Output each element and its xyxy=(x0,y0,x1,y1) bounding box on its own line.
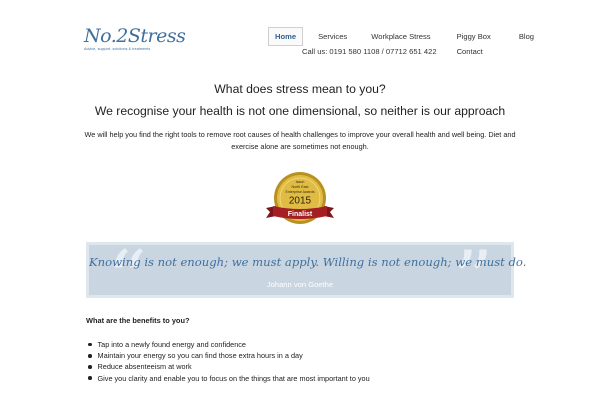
badge-line-2: North East xyxy=(292,185,309,189)
nav-piggy-box[interactable]: Piggy Box xyxy=(450,27,498,46)
bullet-icon xyxy=(88,365,92,369)
benefits-list: Tap into a newly found energy and confid… xyxy=(86,339,370,384)
secondary-nav: Call us: 0191 580 1108 / 07712 651 422 C… xyxy=(302,47,483,56)
main-nav: Home Services Workplace Stress Piggy Box… xyxy=(268,27,549,46)
nav-contact[interactable]: Contact xyxy=(457,47,483,56)
list-item-text: Tap into a newly found energy and confid… xyxy=(97,340,246,349)
logo-tagline: Advice, support, solutions & treatments xyxy=(84,47,151,51)
page-subheading: We recognise your health is not one dime… xyxy=(94,104,506,118)
benefits-title: What are the benefits to you? xyxy=(86,316,190,325)
badge-year: 2015 xyxy=(289,196,312,207)
badge-line-3: Enterprise Awards xyxy=(285,190,314,194)
nav-blog[interactable]: Blog xyxy=(512,27,541,46)
logo-text: No.2Stress xyxy=(84,25,186,47)
bullet-icon xyxy=(88,342,92,347)
list-item-text: Reduce absenteeism at work xyxy=(97,362,192,372)
page-heading: What does stress mean to you? xyxy=(214,82,386,96)
bullet-icon xyxy=(88,354,92,358)
bullet-icon xyxy=(88,376,92,380)
quote-banner: “ ” Knowing is not enough; we must apply… xyxy=(86,241,527,319)
nav-workplace-stress[interactable]: Workplace Stress xyxy=(364,27,437,46)
list-item: Maintain your energy so you can find tho… xyxy=(86,350,370,361)
site-logo[interactable]: No.2Stress Advice, support, solutions & … xyxy=(84,25,186,51)
list-item-text: Maintain your energy so you can find tho… xyxy=(97,351,303,361)
quote-author: Johann von Goethe xyxy=(266,280,334,289)
intro-paragraph: We will help you find the right tools to… xyxy=(84,130,516,151)
nav-phone[interactable]: Call us: 0191 580 1108 / 07712 651 422 xyxy=(302,47,437,56)
badge-line-1: Isaon xyxy=(296,180,305,184)
list-item: Reduce absenteeism at work xyxy=(86,361,370,372)
page: No.2Stress Advice, support, solutions & … xyxy=(0,0,600,400)
list-item: Tap into a newly found energy and confid… xyxy=(86,339,370,350)
award-badge: Isaon North East Enterprise Awards 2015 … xyxy=(266,172,334,224)
badge-ribbon-text: Finalist xyxy=(288,211,313,218)
list-item-text: Give you clarity and enable you to focus… xyxy=(97,373,370,383)
nav-home[interactable]: Home xyxy=(268,27,304,46)
nav-services[interactable]: Services xyxy=(311,27,354,46)
list-item: Give you clarity and enable you to focus… xyxy=(86,373,370,384)
quote-text: Knowing is not enough; we must apply. Wi… xyxy=(89,255,527,269)
